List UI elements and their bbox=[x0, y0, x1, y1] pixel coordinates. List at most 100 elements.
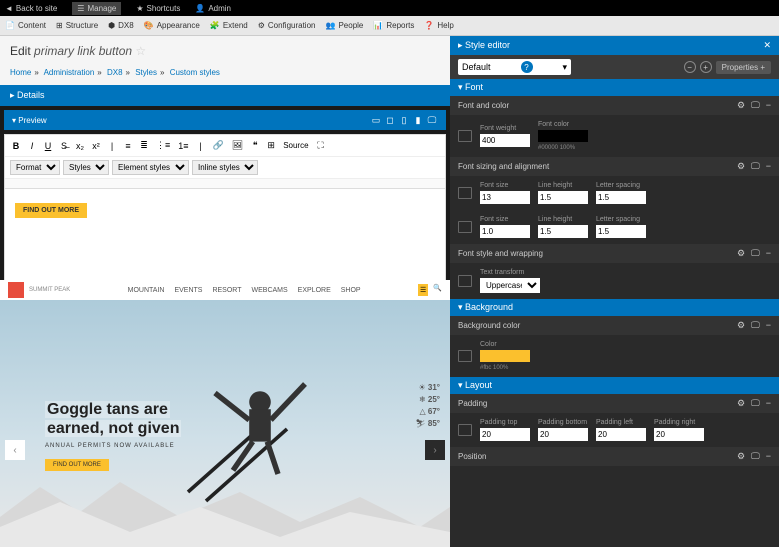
device-icon-2[interactable]: ◻ bbox=[384, 114, 396, 126]
close-icon[interactable]: ✕ bbox=[763, 40, 771, 51]
font-color-swatch[interactable] bbox=[538, 130, 588, 142]
crumb-dx8[interactable]: DX8 bbox=[107, 68, 123, 77]
strike-button[interactable]: S̶ bbox=[58, 139, 70, 153]
settings-icon[interactable]: ⚙ bbox=[737, 248, 745, 259]
info-icon[interactable]: ? bbox=[521, 61, 533, 73]
device-toggle-icon[interactable]: 🖵 bbox=[751, 398, 760, 409]
device-icon[interactable] bbox=[458, 187, 472, 199]
padding-left-input[interactable] bbox=[596, 428, 646, 441]
state-selector[interactable]: Default ? ▾ bbox=[458, 59, 571, 75]
toolbar-extend[interactable]: 🧩 Extend bbox=[210, 21, 248, 30]
sup-button[interactable]: x² bbox=[90, 139, 102, 153]
align-center[interactable]: ≣ bbox=[138, 138, 150, 153]
line-height-input-2[interactable] bbox=[538, 225, 588, 238]
menu-icon[interactable]: ☰ bbox=[418, 284, 428, 296]
device-icon-4[interactable]: ▮ bbox=[412, 114, 424, 126]
bg-color-swatch[interactable] bbox=[480, 350, 530, 362]
toolbar-content[interactable]: 📄 Content bbox=[5, 21, 46, 30]
sub-button[interactable]: x₂ bbox=[74, 139, 86, 153]
settings-icon[interactable]: ⚙ bbox=[737, 161, 745, 172]
star-icon[interactable]: ☆ bbox=[135, 44, 146, 58]
settings-icon[interactable]: ⚙ bbox=[737, 451, 745, 462]
hero-cta-button[interactable]: FIND OUT MORE bbox=[45, 459, 109, 471]
inline-select[interactable]: Inline styles bbox=[192, 160, 258, 175]
line-height-input[interactable] bbox=[538, 191, 588, 204]
expand-button[interactable]: ⛶ bbox=[315, 138, 327, 153]
nav-item[interactable]: WEBCAMS bbox=[252, 287, 288, 294]
collapse-icon[interactable]: − bbox=[766, 398, 771, 409]
toolbar-people[interactable]: 👥 People bbox=[325, 21, 363, 30]
site-logo[interactable] bbox=[8, 282, 24, 298]
settings-icon[interactable]: ⚙ bbox=[737, 100, 745, 111]
device-toggle-icon[interactable]: 🖵 bbox=[751, 161, 760, 172]
toolbar-reports[interactable]: 📊 Reports bbox=[373, 21, 414, 30]
toolbar-appearance[interactable]: 🎨 Appearance bbox=[144, 21, 200, 30]
toolbar-structure[interactable]: ⊞ Structure bbox=[56, 21, 98, 30]
device-icon-5[interactable]: 🖵 bbox=[426, 114, 438, 126]
settings-icon[interactable]: ⚙ bbox=[737, 398, 745, 409]
font-size-input-2[interactable] bbox=[480, 225, 530, 238]
nav-item[interactable]: SHOP bbox=[341, 287, 361, 294]
collapse-icon[interactable]: − bbox=[766, 320, 771, 331]
nav-item[interactable]: RESORT bbox=[212, 287, 241, 294]
properties-button[interactable]: Properties + bbox=[716, 61, 771, 74]
prev-arrow[interactable]: ‹ bbox=[5, 440, 25, 460]
font-size-input[interactable] bbox=[480, 191, 530, 204]
source-button[interactable]: Source bbox=[281, 139, 310, 152]
collapse-icon[interactable]: − bbox=[766, 100, 771, 111]
styles-select[interactable]: Styles bbox=[63, 160, 109, 175]
shortcuts-menu[interactable]: ★ Shortcuts bbox=[136, 4, 180, 13]
section-layout[interactable]: ▾ Layout bbox=[450, 377, 779, 394]
crumb-styles[interactable]: Styles bbox=[135, 68, 157, 77]
device-icon-1[interactable]: ▭ bbox=[370, 114, 382, 126]
bold-button[interactable]: B bbox=[10, 139, 22, 153]
device-icon[interactable] bbox=[458, 350, 472, 362]
section-background[interactable]: ▾ Background bbox=[450, 299, 779, 316]
link-button[interactable]: 🔗 bbox=[211, 138, 226, 153]
quote-button[interactable]: ❝ bbox=[249, 138, 261, 153]
format-select[interactable]: Format bbox=[10, 160, 60, 175]
letter-spacing-input[interactable] bbox=[596, 191, 646, 204]
collapse-icon[interactable]: − bbox=[766, 248, 771, 259]
list-ol[interactable]: 1≡ bbox=[176, 139, 190, 153]
elements-select[interactable]: Element styles bbox=[112, 160, 189, 175]
add-button[interactable]: + bbox=[700, 61, 712, 73]
list-ul[interactable]: ⋮≡ bbox=[154, 138, 172, 153]
letter-spacing-input-2[interactable] bbox=[596, 225, 646, 238]
admin-menu[interactable]: 👤 Admin bbox=[195, 4, 231, 13]
toolbar-config[interactable]: ⚙ Configuration bbox=[258, 21, 316, 30]
toolbar-help[interactable]: ❓ Help bbox=[424, 21, 453, 30]
font-weight-input[interactable] bbox=[480, 134, 530, 147]
details-toggle[interactable]: ▸ Details bbox=[0, 85, 450, 106]
image-button[interactable]: 🖼 bbox=[230, 138, 245, 153]
table-button[interactable]: ⊞ bbox=[265, 138, 277, 153]
device-toggle-icon[interactable]: 🖵 bbox=[751, 248, 760, 259]
underline-button[interactable]: U bbox=[42, 139, 54, 153]
next-arrow[interactable]: › bbox=[425, 440, 445, 460]
collapse-icon[interactable]: − bbox=[766, 161, 771, 172]
device-icon[interactable] bbox=[458, 130, 472, 142]
undo-button[interactable]: − bbox=[684, 61, 696, 73]
device-toggle-icon[interactable]: 🖵 bbox=[751, 451, 760, 462]
back-to-site[interactable]: ◄ Back to site bbox=[5, 4, 57, 13]
collapse-icon[interactable]: − bbox=[766, 451, 771, 462]
settings-icon[interactable]: ⚙ bbox=[737, 320, 745, 331]
nav-item[interactable]: MOUNTAIN bbox=[128, 287, 165, 294]
crumb-custom[interactable]: Custom styles bbox=[170, 68, 220, 77]
padding-top-input[interactable] bbox=[480, 428, 530, 441]
device-toggle-icon[interactable]: 🖵 bbox=[751, 100, 760, 111]
crumb-admin[interactable]: Administration bbox=[44, 68, 95, 77]
section-font[interactable]: ▾ Font bbox=[450, 79, 779, 96]
toolbar-dx8[interactable]: ⬢ DX8 bbox=[108, 21, 134, 30]
device-icon[interactable] bbox=[458, 221, 472, 233]
device-icon[interactable] bbox=[458, 275, 472, 287]
preview-button-element[interactable]: FIND OUT MORE bbox=[15, 203, 87, 218]
manage-menu[interactable]: ☰ Manage bbox=[72, 2, 121, 15]
padding-bottom-input[interactable] bbox=[538, 428, 588, 441]
search-icon[interactable]: 🔍 bbox=[433, 284, 442, 296]
device-icon[interactable] bbox=[458, 424, 472, 436]
italic-button[interactable]: I bbox=[26, 139, 38, 153]
text-transform-select[interactable]: Uppercase bbox=[480, 278, 540, 293]
device-toggle-icon[interactable]: 🖵 bbox=[751, 320, 760, 331]
padding-right-input[interactable] bbox=[654, 428, 704, 441]
